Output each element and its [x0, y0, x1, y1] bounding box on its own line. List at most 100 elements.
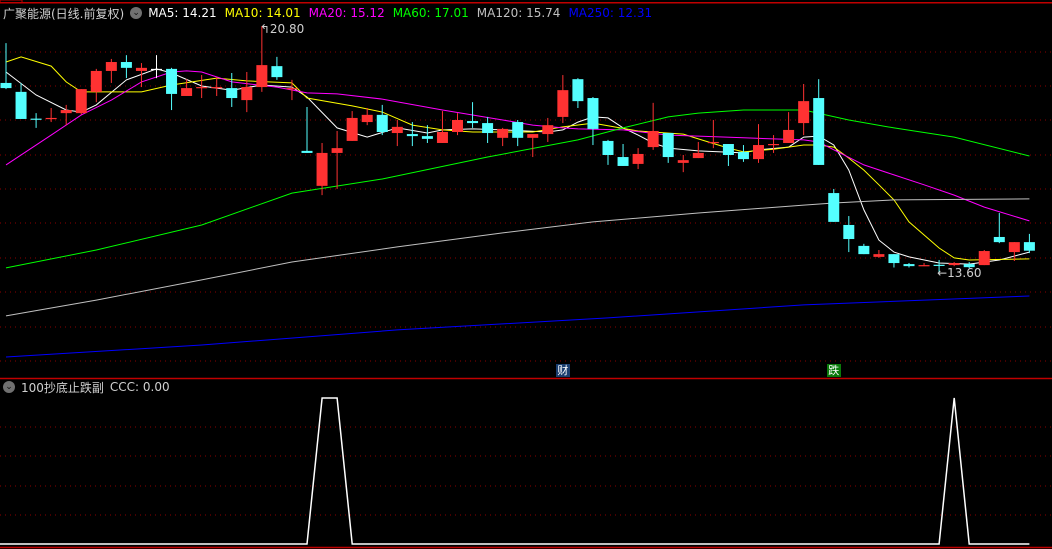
- candle: [873, 250, 885, 258]
- candle-body: [316, 152, 328, 186]
- candle-body: [482, 123, 494, 134]
- kline-chart[interactable]: [0, 0, 1052, 549]
- ma120-label: MA120: 15.74: [476, 6, 561, 20]
- drop-marker[interactable]: 跌: [826, 364, 841, 377]
- ma10-line: [5, 56, 1030, 261]
- indicator-title[interactable]: 100抄底止跌副: [21, 379, 104, 396]
- candle-body: [376, 114, 388, 133]
- candle-body: [527, 134, 539, 138]
- candle-body: [888, 254, 900, 264]
- candle: [391, 119, 403, 147]
- candle-body: [30, 118, 42, 120]
- candle: [617, 144, 629, 166]
- candle: [226, 72, 238, 107]
- candle: [843, 216, 855, 253]
- candle: [918, 263, 930, 267]
- candle: [241, 71, 253, 113]
- candle: [120, 55, 132, 79]
- candle-body: [918, 265, 930, 267]
- candle-body: [286, 88, 298, 90]
- candle: [527, 134, 539, 158]
- candle-body: [692, 152, 704, 159]
- candle: [346, 111, 358, 141]
- candle-body: [211, 87, 223, 89]
- candle: [105, 58, 117, 83]
- candle: [90, 68, 102, 103]
- candle-body: [75, 89, 87, 114]
- ma60-label: MA60: 17.01: [392, 6, 469, 20]
- candle: [993, 212, 1005, 244]
- candle-body: [256, 65, 268, 88]
- chevron-down-icon[interactable]: ⌄: [130, 7, 143, 19]
- candle-body: [572, 79, 584, 102]
- candle-body: [361, 114, 373, 123]
- candle-body: [647, 130, 659, 148]
- candle-body: [105, 62, 117, 71]
- high-price-value: 20.80: [269, 22, 305, 36]
- candle-body: [737, 151, 749, 160]
- moving-average-lines: [5, 56, 1030, 358]
- low-price-annotation: ←13.60: [937, 266, 982, 280]
- ma5-label: MA5: 14.21: [148, 6, 217, 20]
- ma120-line: [5, 198, 1030, 317]
- candle-body: [632, 153, 644, 164]
- ma20-label: MA20: 15.12: [308, 6, 385, 20]
- candle: [768, 135, 780, 153]
- candle-body: [677, 160, 689, 163]
- candle-body: [301, 150, 313, 153]
- candle: [0, 43, 12, 90]
- candle-body: [181, 88, 193, 96]
- candle: [436, 111, 448, 143]
- candle-body: [196, 87, 208, 89]
- candle-body: [602, 140, 614, 155]
- candle-body: [662, 133, 674, 158]
- candle: [677, 154, 689, 173]
- candle-body: [903, 264, 915, 267]
- candle: [707, 119, 719, 149]
- candle: [512, 119, 524, 147]
- candle: [978, 250, 990, 266]
- low-price-value: 13.60: [947, 266, 982, 280]
- candle: [30, 113, 42, 128]
- indicator-panel: [0, 397, 1030, 545]
- candle-body: [90, 70, 102, 92]
- candle: [813, 79, 825, 165]
- candle-body: [166, 68, 178, 94]
- candle: [753, 124, 764, 163]
- candle: [572, 78, 584, 108]
- candle-body: [467, 121, 479, 124]
- finance-marker[interactable]: 财: [555, 364, 570, 377]
- candle: [452, 113, 463, 136]
- candle-body: [226, 88, 238, 99]
- candle: [271, 56, 283, 80]
- candle-body: [346, 117, 358, 141]
- ma10-label: MA10: 14.01: [224, 6, 301, 20]
- chevron-down-icon[interactable]: ⌄: [3, 381, 15, 393]
- candle: [587, 97, 599, 146]
- candle: [647, 102, 659, 150]
- candle-body: [707, 141, 719, 144]
- candle: [331, 130, 343, 189]
- candle-body: [151, 68, 162, 71]
- candle: [376, 104, 388, 136]
- candle: [692, 141, 704, 159]
- candle-body: [753, 145, 764, 160]
- candle-body: [15, 91, 27, 119]
- candle-body: [45, 117, 57, 120]
- candle: [497, 127, 509, 147]
- candle: [1023, 233, 1035, 254]
- candle: [798, 83, 810, 136]
- candle: [361, 107, 373, 126]
- stock-title[interactable]: 广聚能源(日线.前复权): [3, 5, 124, 22]
- candle-body: [993, 236, 1005, 243]
- ccc-line: [0, 397, 1030, 545]
- candle: [467, 102, 479, 128]
- candle-body: [241, 87, 253, 101]
- candle: [15, 82, 27, 119]
- candle-body: [587, 98, 599, 129]
- candle: [662, 133, 674, 163]
- candle-body: [948, 263, 960, 266]
- candle: [166, 67, 178, 111]
- candle-body: [512, 122, 524, 138]
- candle: [542, 117, 554, 142]
